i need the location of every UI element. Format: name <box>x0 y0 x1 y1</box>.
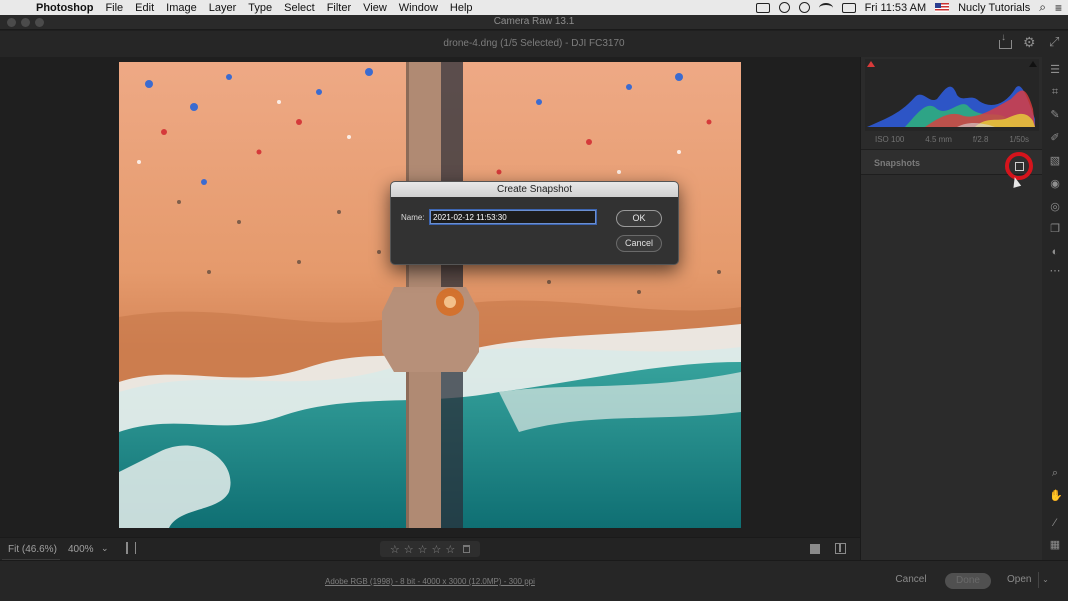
hand-tool-icon[interactable]: ✋ <box>1049 490 1063 502</box>
create-snapshot-dialog: Create Snapshot Name: OK Cancel <box>390 181 679 265</box>
airplay-icon[interactable] <box>841 2 856 13</box>
menu-clock[interactable]: Fri 11:53 AM <box>865 2 927 14</box>
exif-shutter: 1/50s <box>1009 135 1029 144</box>
healing-icon[interactable]: ✎ <box>1049 109 1061 121</box>
color-sampler-icon[interactable]: ⁄ <box>1049 517 1061 529</box>
video-icon[interactable] <box>755 2 770 13</box>
crop-icon[interactable]: ⌗ <box>1049 86 1061 98</box>
shadow-clipping-toggle-icon[interactable] <box>867 61 875 67</box>
wifi-icon[interactable] <box>818 2 833 13</box>
red-eye-icon[interactable]: ◎ <box>1049 201 1061 213</box>
vpn-icon[interactable] <box>798 2 810 13</box>
filmstrip-toggle-icon[interactable] <box>126 542 136 554</box>
fullscreen-toggle-icon[interactable] <box>1049 34 1062 50</box>
radial-gradient-icon[interactable]: ◉ <box>1049 178 1061 190</box>
histogram <box>865 59 1039 131</box>
menu-type[interactable]: Type <box>248 2 272 14</box>
menu-select[interactable]: Select <box>284 2 315 14</box>
presets-icon[interactable]: ◐ <box>1049 246 1061 258</box>
menu-layer[interactable]: Layer <box>209 2 237 14</box>
rating-star-1[interactable]: ☆ <box>390 543 400 556</box>
ok-button[interactable]: OK <box>616 210 662 227</box>
status-menus: Fri 11:53 AM Nucly Tutorials ⌕ ≡ <box>755 0 1062 15</box>
edit-sliders-icon[interactable]: ☰ <box>1049 64 1061 76</box>
spotlight-search-icon[interactable]: ⌕ <box>1039 0 1046 15</box>
grid-overlay-icon[interactable]: ▦ <box>1049 539 1061 551</box>
rating-star-5[interactable]: ☆ <box>445 543 455 556</box>
right-panel: ISO 100 4.5 mm f/2.8 1/50s Snapshots <box>860 57 1043 560</box>
menu-bar: Photoshop File Edit Image Layer Type Sel… <box>0 0 1068 15</box>
more-options-icon[interactable]: ⋯ <box>1049 265 1061 277</box>
brush-icon[interactable]: ✐ <box>1049 132 1061 144</box>
rating-star-3[interactable]: ☆ <box>418 543 428 556</box>
snapshot-name-input[interactable] <box>430 210 596 224</box>
preferences-gear-icon[interactable] <box>1023 34 1037 51</box>
snapshot-name-label: Name: <box>401 213 425 222</box>
document-header: drone-4.dng (1/5 Selected) - DJI FC3170 <box>0 31 1068 57</box>
menu-edit[interactable]: Edit <box>135 2 154 14</box>
dialog-title: Create Snapshot <box>391 182 678 197</box>
menu-help[interactable]: Help <box>450 2 473 14</box>
window-title: Camera Raw 13.1 <box>493 16 575 27</box>
control-center-icon[interactable]: ≡ <box>1055 1 1062 15</box>
window-title-bar: Camera Raw 13.1 <box>0 15 1068 30</box>
create-snapshot-icon[interactable] <box>1005 152 1033 180</box>
menu-view[interactable]: View <box>363 2 387 14</box>
bottom-bar: Adobe RGB (1998) - 8 bit - 4000 x 3000 (… <box>0 560 1068 601</box>
histogram-graph <box>867 86 1035 127</box>
before-after-view-icon[interactable] <box>835 543 846 554</box>
open-button[interactable]: Open <box>1007 574 1031 585</box>
done-button[interactable]: Done <box>945 573 991 589</box>
image-canvas[interactable] <box>0 57 860 537</box>
menu-user[interactable]: Nucly Tutorials <box>958 2 1030 14</box>
highlight-clipping-toggle-icon[interactable] <box>1029 61 1037 67</box>
star-rating: ☆ ☆ ☆ ☆ ☆ <box>380 541 480 557</box>
snapshots-panel-header: Snapshots <box>861 149 1043 180</box>
header-tools <box>999 32 1062 51</box>
drone-photo-preview[interactable] <box>119 62 741 528</box>
menu-filter[interactable]: Filter <box>327 2 351 14</box>
cancel-button[interactable]: Cancel <box>886 574 936 585</box>
canvas-status-bar: Fit (46.6%) 400% ⌄ ☆ ☆ ☆ ☆ ☆ <box>0 537 860 561</box>
input-source-flag-icon[interactable] <box>935 3 950 12</box>
zoom-level-select[interactable]: 400% <box>68 544 94 555</box>
open-options-chevron-icon[interactable]: ⌄ <box>1038 572 1052 588</box>
exif-iso: ISO 100 <box>875 135 905 144</box>
snapshots-title: Snapshots <box>874 158 921 168</box>
exif-focal-length: 4.5 mm <box>925 135 952 144</box>
beach-aerial-photo <box>119 62 741 528</box>
menu-image[interactable]: Image <box>166 2 197 14</box>
single-view-icon[interactable] <box>810 544 820 554</box>
workflow-options-link[interactable]: Adobe RGB (1998) - 8 bit - 4000 x 3000 (… <box>325 577 535 586</box>
menu-file[interactable]: File <box>105 2 123 14</box>
rating-star-2[interactable]: ☆ <box>404 543 414 556</box>
tool-strip: ☰ ⌗ ✎ ✐ ▧ ◉ ◎ ❐ ◐ ⋯ ⌕ ✋ ⁄ ▦ <box>1042 57 1068 560</box>
rating-star-4[interactable]: ☆ <box>431 543 441 556</box>
zoom-fit-button[interactable]: Fit (46.6%) <box>8 544 57 555</box>
zoom-tool-icon[interactable]: ⌕ <box>1049 467 1061 479</box>
menu-window[interactable]: Window <box>399 2 438 14</box>
exif-info: ISO 100 4.5 mm f/2.8 1/50s <box>865 135 1039 147</box>
zoom-dropdown-chevron-icon[interactable]: ⌄ <box>101 543 109 554</box>
dialog-cancel-button[interactable]: Cancel <box>616 235 662 252</box>
trash-icon[interactable] <box>463 545 471 553</box>
menu-app-photoshop[interactable]: Photoshop <box>36 2 93 14</box>
linear-gradient-icon[interactable]: ▧ <box>1049 155 1061 167</box>
snapshots-icon[interactable]: ❐ <box>1049 223 1061 235</box>
document-filename: drone-4.dng (1/5 Selected) - DJI FC3170 <box>443 38 625 49</box>
exif-aperture: f/2.8 <box>972 135 989 144</box>
creative-cloud-icon[interactable] <box>778 2 790 13</box>
save-image-icon[interactable] <box>999 32 1012 49</box>
